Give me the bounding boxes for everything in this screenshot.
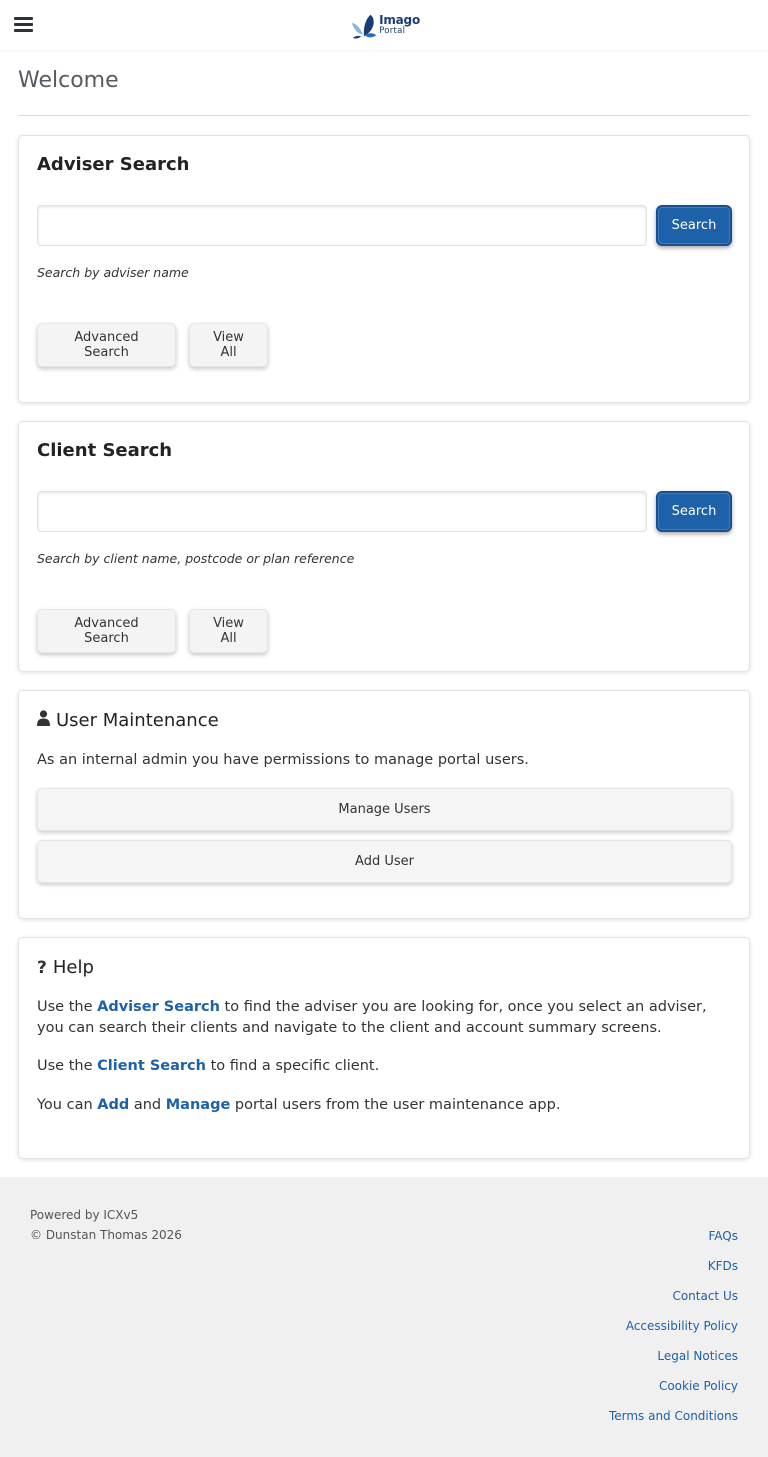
butterfly-logo-icon bbox=[351, 14, 377, 39]
footer-links: FAQs KFDs Contact Us Accessibility Polic… bbox=[609, 1228, 738, 1438]
copyright-text: © Dunstan Thomas 2026 bbox=[30, 1228, 182, 1242]
logo-sub-text: Portal bbox=[379, 26, 406, 37]
help-paragraph-users: You can Add and Manage portal users from… bbox=[37, 1095, 727, 1116]
help-p3-text-mid: and bbox=[129, 1097, 166, 1113]
adviser-search-panel: Adviser Search Search Search by adviser … bbox=[18, 135, 750, 403]
user-maintenance-heading: User Maintenance bbox=[37, 710, 219, 731]
adviser-search-button[interactable]: Search bbox=[656, 205, 732, 246]
client-search-link[interactable]: Client Search bbox=[97, 1058, 206, 1074]
user-maintenance-description: As an internal admin you have permission… bbox=[37, 752, 529, 768]
adviser-advanced-search-button[interactable]: Advanced Search bbox=[37, 323, 176, 367]
footer-link-terms-and-conditions[interactable]: Terms and Conditions bbox=[609, 1401, 738, 1431]
help-p3-text-b: portal users from the user maintenance a… bbox=[230, 1097, 561, 1113]
footer-link-kfds[interactable]: KFDs bbox=[708, 1251, 738, 1281]
manage-users-button[interactable]: Manage Users bbox=[37, 788, 732, 831]
hamburger-menu-icon[interactable] bbox=[14, 17, 33, 32]
footer-link-accessibility-policy[interactable]: Accessibility Policy bbox=[626, 1311, 738, 1341]
client-search-hint: Search by client name, postcode or plan … bbox=[37, 551, 355, 566]
footer-link-cookie-policy[interactable]: Cookie Policy bbox=[659, 1371, 738, 1401]
user-maintenance-panel: User Maintenance As an internal admin yo… bbox=[18, 690, 750, 919]
footer-link-faqs[interactable]: FAQs bbox=[709, 1221, 739, 1251]
footer-link-legal-notices[interactable]: Legal Notices bbox=[657, 1341, 738, 1371]
adviser-view-all-button[interactable]: View All bbox=[189, 323, 268, 367]
page-title: Welcome bbox=[18, 68, 119, 93]
client-view-all-button[interactable]: View All bbox=[189, 609, 268, 653]
help-title: Help bbox=[52, 957, 94, 978]
client-search-panel: Client Search Search Search by client na… bbox=[18, 421, 750, 672]
help-heading: ? Help bbox=[37, 957, 94, 978]
adviser-search-title: Adviser Search bbox=[37, 154, 190, 175]
adviser-search-link[interactable]: Adviser Search bbox=[97, 999, 220, 1015]
logo-main-text: Imago bbox=[379, 13, 420, 28]
help-p3-text-a: You can bbox=[37, 1097, 98, 1113]
help-p1-text-a: Use the bbox=[37, 999, 98, 1015]
adviser-search-hint: Search by adviser name bbox=[37, 265, 189, 280]
top-bar: Imago Portal bbox=[0, 0, 768, 50]
add-user-button[interactable]: Add User bbox=[37, 840, 732, 883]
help-p2-text-a: Use the bbox=[37, 1058, 98, 1074]
footer: Powered by ICXv5 © Dunstan Thomas 2026 F… bbox=[0, 1177, 768, 1457]
client-search-title: Client Search bbox=[37, 440, 173, 461]
client-advanced-search-button[interactable]: Advanced Search bbox=[37, 609, 176, 653]
manage-link[interactable]: Manage bbox=[166, 1097, 231, 1113]
add-link[interactable]: Add bbox=[97, 1097, 129, 1113]
powered-by-text: Powered by ICXv5 bbox=[30, 1208, 139, 1222]
help-p2-text-b: to find a specific client. bbox=[205, 1058, 380, 1074]
user-icon bbox=[37, 710, 50, 731]
help-paragraph-adviser: Use the Adviser Search to find the advis… bbox=[37, 997, 727, 1039]
user-maintenance-title: User Maintenance bbox=[56, 710, 219, 731]
client-search-input[interactable] bbox=[37, 491, 647, 532]
help-paragraph-client: Use the Client Search to find a specific… bbox=[37, 1056, 727, 1077]
imago-portal-logo[interactable]: Imago Portal bbox=[350, 9, 420, 41]
adviser-search-input[interactable] bbox=[37, 205, 647, 246]
help-panel: ? Help Use the Adviser Search to find th… bbox=[18, 937, 750, 1159]
question-icon: ? bbox=[37, 957, 47, 978]
title-divider bbox=[18, 115, 750, 116]
client-search-button[interactable]: Search bbox=[656, 491, 732, 532]
footer-link-contact-us[interactable]: Contact Us bbox=[672, 1281, 738, 1311]
